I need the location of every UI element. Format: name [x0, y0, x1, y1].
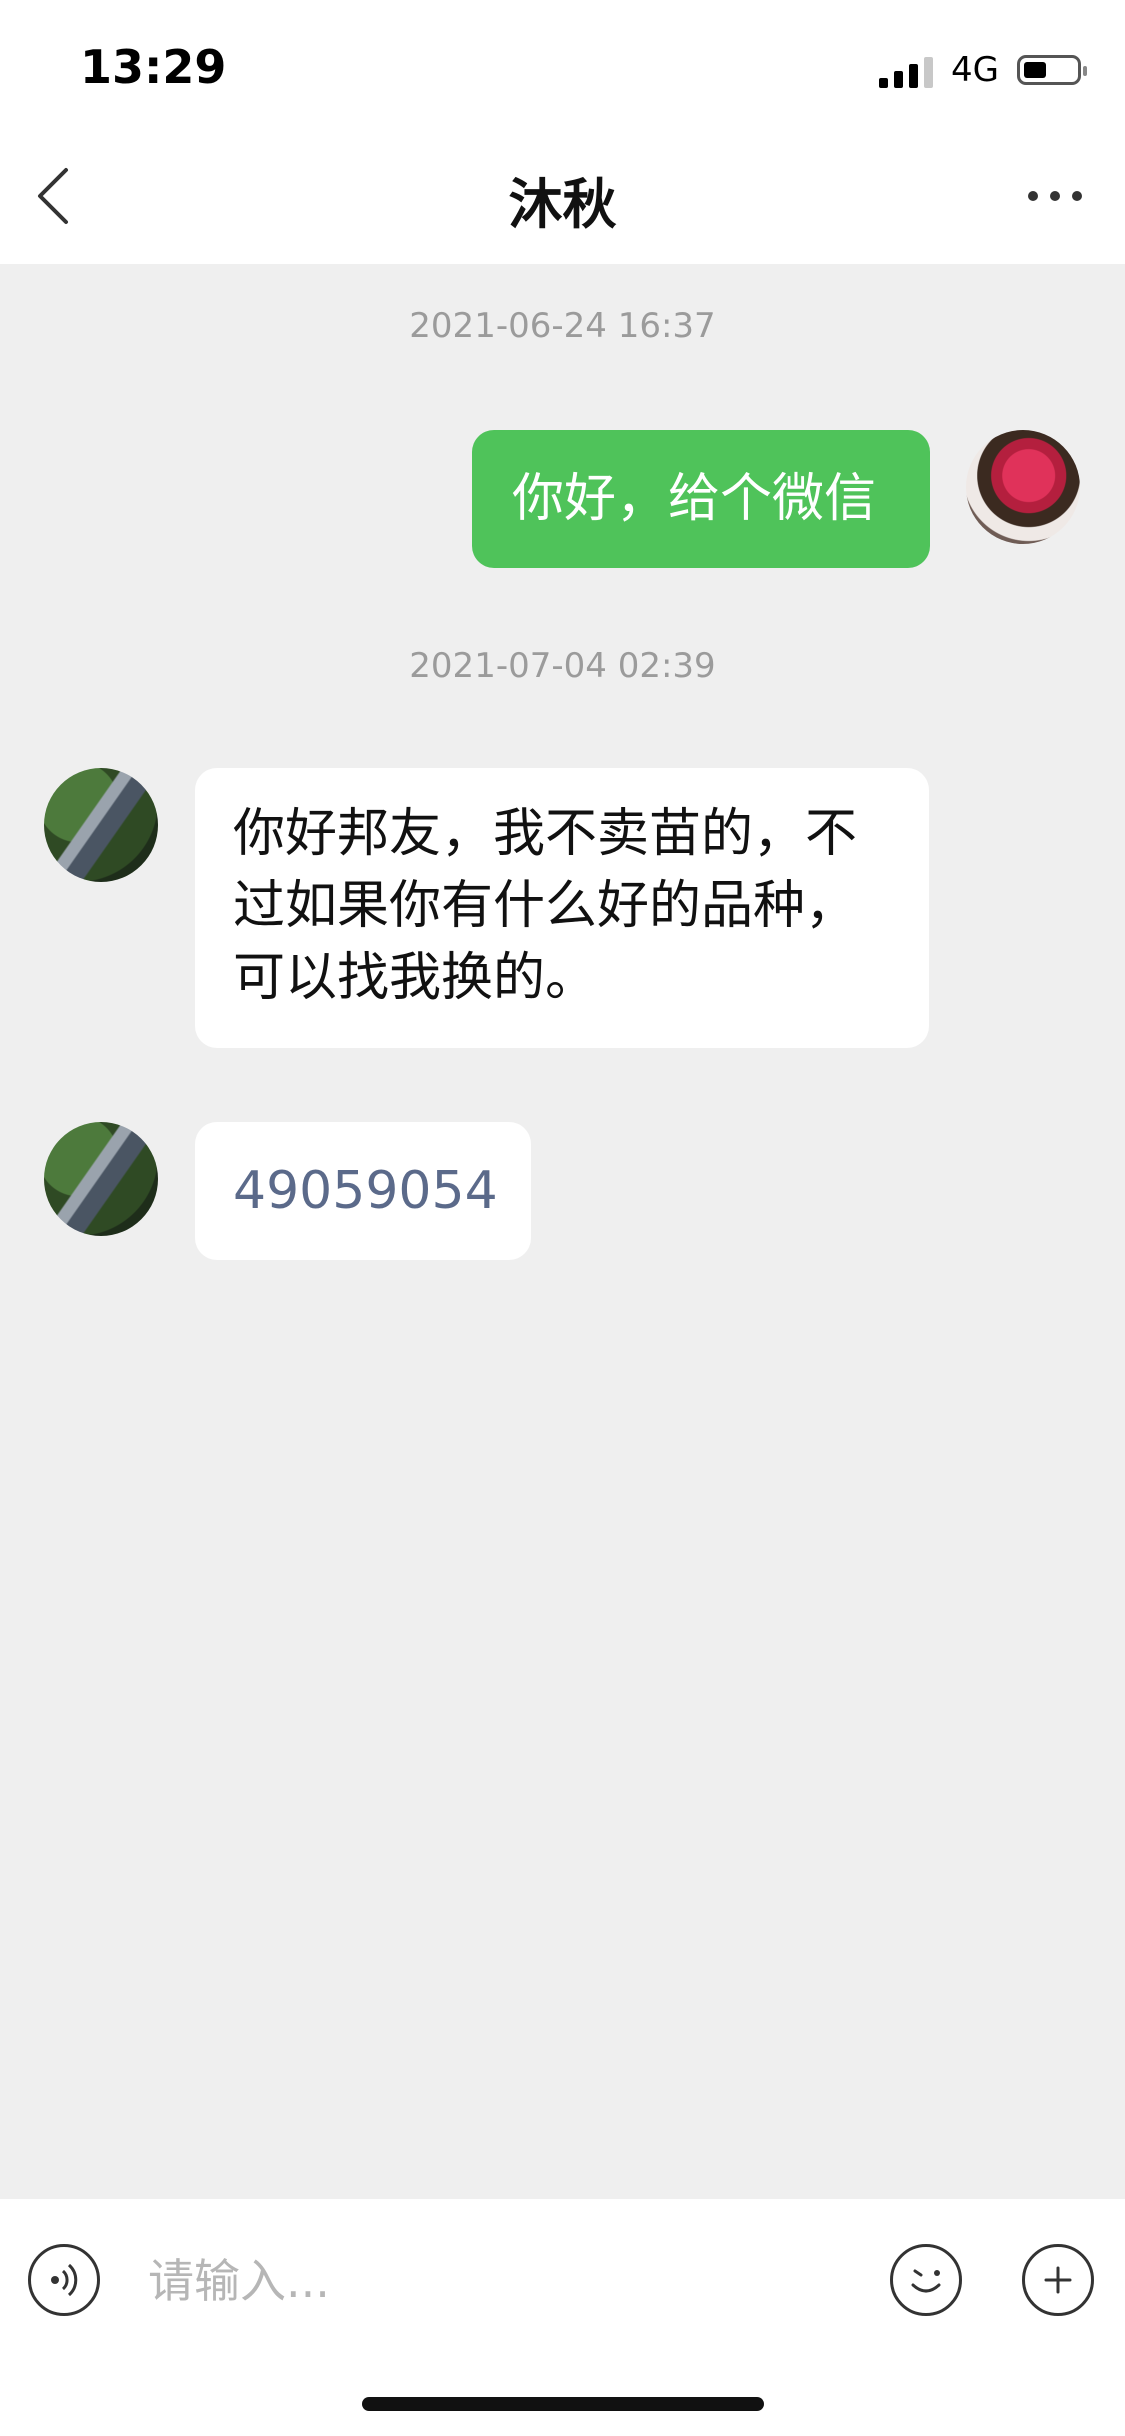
status-icons: 4G [879, 48, 1087, 92]
more-dots-icon[interactable] [1025, 184, 1085, 208]
signal-bars-icon [879, 52, 934, 88]
contact-avatar[interactable] [44, 768, 158, 882]
voice-icon[interactable] [28, 2244, 100, 2316]
message-line: 过如果你有什么好的品种， [233, 876, 858, 936]
message-input[interactable]: 请输入... [148, 2241, 848, 2321]
message-bubble-me[interactable]: 你好，给个微信 [472, 430, 930, 568]
message-line: 你好邦友，我不卖苗的，不 [233, 804, 858, 864]
status-time: 13:29 [80, 40, 227, 94]
timestamp: 2021-06-24 16:37 [409, 306, 716, 346]
emoji-icon[interactable] [890, 2244, 962, 2316]
top-bar: 13:29 4G 沐秋 [0, 0, 1125, 264]
phone-number-link[interactable]: 49059054 [233, 1161, 498, 1221]
message-bubble-other[interactable]: 你好邦友，我不卖苗的，不 过如果你有什么好的品种， 可以找我换的。 [195, 768, 929, 1048]
network-label: 4G [951, 50, 999, 90]
message-line: 可以找我换的。 [233, 948, 598, 1008]
battery-icon [1017, 55, 1087, 85]
chat-area[interactable]: 2021-06-24 16:37 你好，给个微信 2021-07-04 02:3… [0, 264, 1125, 2199]
my-avatar[interactable] [966, 430, 1080, 544]
message-bubble-other[interactable]: 49059054 [195, 1122, 531, 1260]
plus-icon[interactable] [1022, 2244, 1094, 2316]
contact-avatar[interactable] [44, 1122, 158, 1236]
message-text: 你好，给个微信 [512, 469, 877, 529]
home-indicator[interactable] [362, 2397, 764, 2411]
timestamp: 2021-07-04 02:39 [409, 646, 716, 686]
chat-title: 沐秋 [508, 173, 617, 236]
